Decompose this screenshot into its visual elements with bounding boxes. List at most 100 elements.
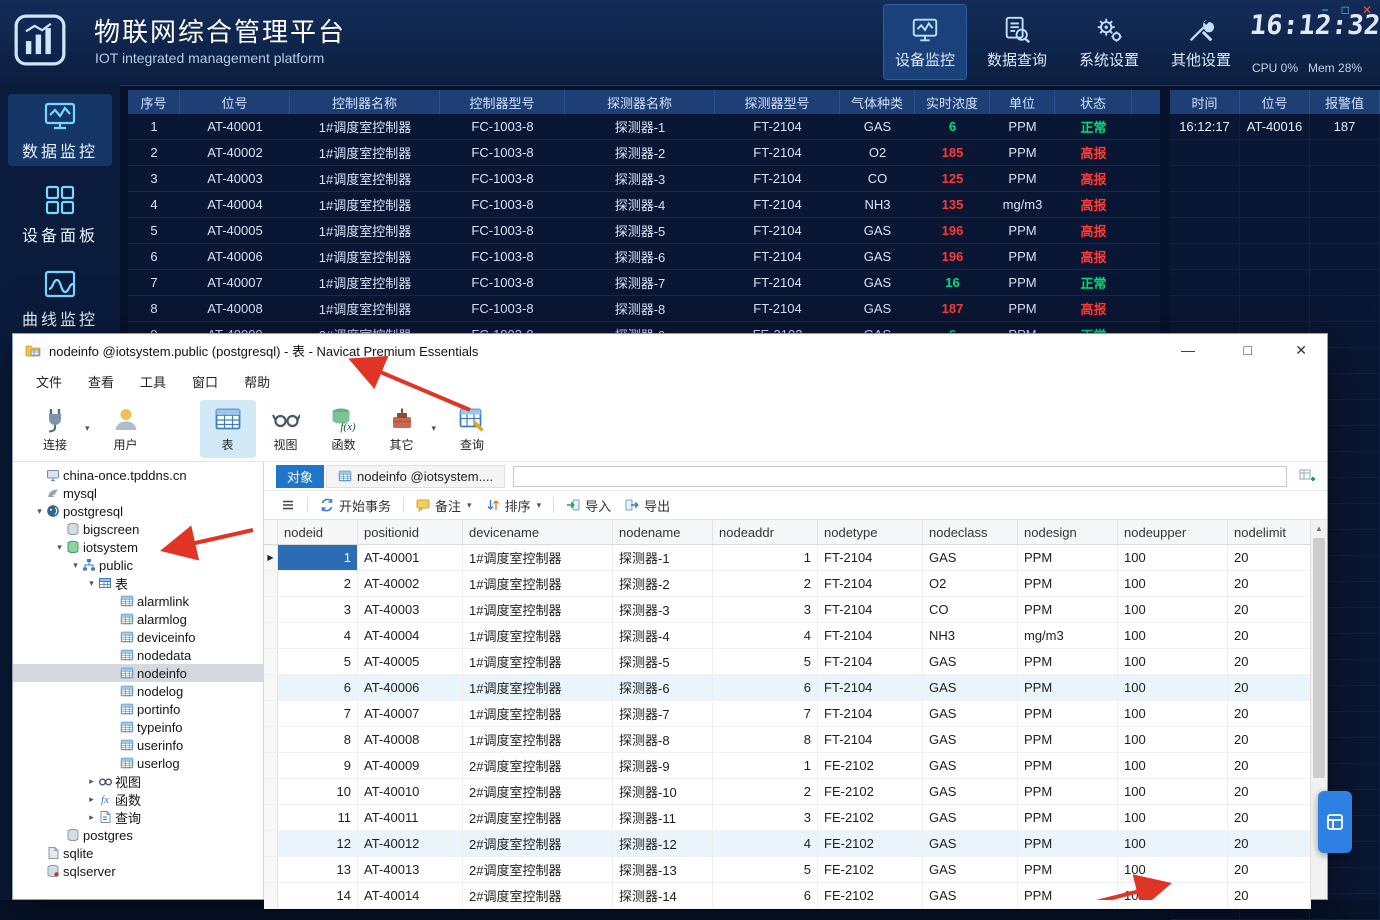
grid-cell[interactable]: 3 bbox=[278, 597, 358, 622]
grid-cell[interactable]: FE-2102 bbox=[818, 805, 923, 830]
grid-cell[interactable]: 5 bbox=[713, 857, 818, 882]
grid-cell[interactable]: 100 bbox=[1118, 779, 1228, 804]
grid-cell[interactable]: PPM bbox=[1018, 571, 1118, 596]
grid-cell[interactable]: 1#调度室控制器 bbox=[463, 675, 613, 700]
grid-cell[interactable]: 2 bbox=[713, 779, 818, 804]
chevron-right-icon[interactable]: ▸ bbox=[85, 794, 98, 805]
tree-item-connection-sqlite[interactable]: sqlite bbox=[13, 844, 263, 862]
grid-cell[interactable]: PPM bbox=[1018, 701, 1118, 726]
monitor-table-row[interactable]: 4AT-400041#调度室控制器FC-1003-8探测器-4FT-2104NH… bbox=[128, 192, 1160, 218]
grid-cell[interactable]: FE-2102 bbox=[818, 831, 923, 856]
grid-cell[interactable]: AT-40013 bbox=[358, 857, 463, 882]
alarm-row[interactable]: 16:12:17AT-40016187 bbox=[1170, 114, 1380, 140]
grid-cell[interactable]: 20 bbox=[1228, 831, 1311, 856]
toolbar-tables-button[interactable]: 表 bbox=[200, 400, 256, 458]
nav-item-device-monitor[interactable]: 设备监控 bbox=[884, 5, 966, 79]
tree-item-table-alarmlink[interactable]: alarmlink bbox=[13, 592, 263, 610]
nav-item-system-settings[interactable]: 系统设置 bbox=[1068, 5, 1150, 79]
chevron-right-icon[interactable]: ▸ bbox=[85, 812, 98, 823]
grid-cell[interactable]: AT-40011 bbox=[358, 805, 463, 830]
grid-cell[interactable]: PPM bbox=[1018, 857, 1118, 882]
grid-cell[interactable]: 探测器-3 bbox=[613, 597, 713, 622]
grid-cell[interactable]: 探测器-13 bbox=[613, 857, 713, 882]
grid-cell[interactable]: 100 bbox=[1118, 883, 1228, 908]
tree-item-tables-group[interactable]: ▾表 bbox=[13, 574, 263, 592]
grid-cell[interactable]: AT-40009 bbox=[358, 753, 463, 778]
grid-cell[interactable]: 100 bbox=[1118, 597, 1228, 622]
grid-cell[interactable]: AT-40003 bbox=[358, 597, 463, 622]
grid-cell[interactable]: FE-2102 bbox=[818, 883, 923, 908]
grid-column-header-positionid[interactable]: positionid bbox=[358, 520, 463, 544]
grid-cell[interactable]: FT-2104 bbox=[818, 675, 923, 700]
grid-row-gutter[interactable] bbox=[264, 675, 278, 700]
grid-cell[interactable]: 1#调度室控制器 bbox=[463, 545, 613, 570]
grid-cell[interactable]: 20 bbox=[1228, 753, 1311, 778]
tree-item-functions-group[interactable]: ▸fx函数 bbox=[13, 790, 263, 808]
grid-cell[interactable]: 1 bbox=[278, 545, 358, 570]
grid-cell[interactable]: FT-2104 bbox=[818, 701, 923, 726]
grid-cell[interactable]: 100 bbox=[1118, 831, 1228, 856]
grid-cell[interactable]: 7 bbox=[713, 701, 818, 726]
tree-item-database-iotsystem[interactable]: ▾iotsystem bbox=[13, 538, 263, 556]
navicat-close-button[interactable]: ✕ bbox=[1295, 342, 1307, 359]
grid-cell[interactable]: 1#调度室控制器 bbox=[463, 649, 613, 674]
grid-cell[interactable]: 2#调度室控制器 bbox=[463, 779, 613, 804]
grid-row-gutter[interactable] bbox=[264, 753, 278, 778]
grid-cell[interactable]: FT-2104 bbox=[818, 597, 923, 622]
menu-window[interactable]: 窗口 bbox=[179, 372, 231, 391]
grid-cell[interactable]: FT-2104 bbox=[818, 623, 923, 648]
tree-item-connection-mysql[interactable]: mysql bbox=[13, 484, 263, 502]
grid-cell[interactable]: AT-40006 bbox=[358, 675, 463, 700]
scroll-up-icon[interactable]: ▲ bbox=[1311, 520, 1327, 536]
tree-item-connection-postgresql[interactable]: ▾postgresql bbox=[13, 502, 263, 520]
grid-cell[interactable]: 1#调度室控制器 bbox=[463, 571, 613, 596]
tab-table-nodeinfo[interactable]: nodeinfo @iotsystem.... bbox=[326, 465, 505, 488]
grid-cell[interactable]: GAS bbox=[923, 727, 1018, 752]
grid-cell[interactable]: 6 bbox=[713, 883, 818, 908]
grid-cell[interactable]: 8 bbox=[278, 727, 358, 752]
grid-cell[interactable]: 100 bbox=[1118, 727, 1228, 752]
gridbar-begin-transaction-button[interactable]: 开始事务 bbox=[313, 493, 398, 517]
grid-cell[interactable]: 探测器-7 bbox=[613, 701, 713, 726]
grid-column-header-nodeclass[interactable]: nodeclass bbox=[923, 520, 1018, 544]
grid-cell[interactable]: 9 bbox=[278, 753, 358, 778]
monitor-table-row[interactable]: 6AT-400061#调度室控制器FC-1003-8探测器-6FT-2104GA… bbox=[128, 244, 1160, 270]
grid-cell[interactable]: 2#调度室控制器 bbox=[463, 883, 613, 908]
grid-cell[interactable]: mg/m3 bbox=[1018, 623, 1118, 648]
monitor-table-row[interactable]: 5AT-400051#调度室控制器FC-1003-8探测器-5FT-2104GA… bbox=[128, 218, 1160, 244]
menu-tools[interactable]: 工具 bbox=[127, 372, 179, 391]
grid-column-header-nodename[interactable]: nodename bbox=[613, 520, 713, 544]
tree-item-table-nodeinfo[interactable]: nodeinfo bbox=[13, 664, 263, 682]
gridbar-import-button[interactable]: 导入 bbox=[559, 493, 618, 517]
tree-item-database-bigscreen[interactable]: bigscreen bbox=[13, 520, 263, 538]
grid-cell[interactable]: 20 bbox=[1228, 883, 1311, 908]
tree-item-table-userinfo[interactable]: userinfo bbox=[13, 736, 263, 754]
grid-row-gutter[interactable] bbox=[264, 701, 278, 726]
grid-cell[interactable]: AT-40014 bbox=[358, 883, 463, 908]
grid-row-gutter[interactable] bbox=[264, 649, 278, 674]
object-filter-input[interactable] bbox=[513, 466, 1287, 487]
chevron-down-icon[interactable]: ▾ bbox=[467, 500, 472, 511]
grid-cell[interactable]: 2#调度室控制器 bbox=[463, 857, 613, 882]
grid-cell[interactable]: 3 bbox=[713, 597, 818, 622]
tree-item-table-userlog[interactable]: userlog bbox=[13, 754, 263, 772]
grid-cell[interactable]: 2 bbox=[278, 571, 358, 596]
grid-row-gutter[interactable] bbox=[264, 805, 278, 830]
gridbar-sort-button[interactable]: 排序▾ bbox=[479, 493, 549, 517]
grid-cell[interactable]: 1 bbox=[713, 545, 818, 570]
grid-cell[interactable]: AT-40004 bbox=[358, 623, 463, 648]
grid-cell[interactable]: 3 bbox=[713, 805, 818, 830]
grid-cell[interactable]: 20 bbox=[1228, 727, 1311, 752]
grid-cell[interactable]: 探测器-2 bbox=[613, 571, 713, 596]
grid-cell[interactable]: GAS bbox=[923, 675, 1018, 700]
grid-cell[interactable]: 探测器-9 bbox=[613, 753, 713, 778]
grid-cell[interactable]: 11 bbox=[278, 805, 358, 830]
grid-cell[interactable]: AT-40010 bbox=[358, 779, 463, 804]
tree-item-table-portinfo[interactable]: portinfo bbox=[13, 700, 263, 718]
tree-item-table-deviceinfo[interactable]: deviceinfo bbox=[13, 628, 263, 646]
grid-cell[interactable]: AT-40008 bbox=[358, 727, 463, 752]
grid-cell[interactable]: 1#调度室控制器 bbox=[463, 727, 613, 752]
grid-row-gutter[interactable] bbox=[264, 571, 278, 596]
grid-cell[interactable]: 10 bbox=[278, 779, 358, 804]
tree-item-table-typeinfo[interactable]: typeinfo bbox=[13, 718, 263, 736]
